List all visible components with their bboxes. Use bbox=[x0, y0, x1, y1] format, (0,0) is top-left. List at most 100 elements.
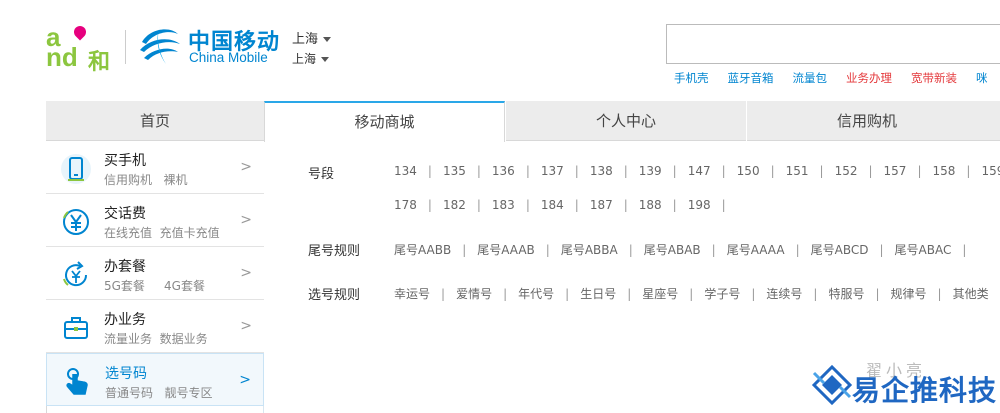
tail-rule-option[interactable]: 尾号ABBA bbox=[561, 241, 618, 258]
sidebar-sub-link[interactable]: 靓号专区 bbox=[164, 386, 212, 400]
sidebar-sub-link[interactable]: 流量业务 bbox=[104, 332, 152, 346]
option-separator: | bbox=[476, 164, 481, 178]
segment-option[interactable]: 183 bbox=[492, 198, 515, 212]
tail-rule-options: 尾号AABB | 尾号AAAB | 尾号ABBA | 尾号ABAB | 尾号AAAA | 尾号ABC… bbox=[394, 241, 977, 258]
tail-rule-option[interactable]: 尾号AAAA bbox=[727, 241, 785, 258]
pick-rule-option[interactable]: 年代号 bbox=[518, 285, 554, 302]
option-separator: | bbox=[962, 243, 967, 257]
pick-rule-option[interactable]: 生日号 bbox=[580, 285, 616, 302]
option-separator: | bbox=[476, 198, 481, 212]
segment-option[interactable]: 187 bbox=[590, 198, 613, 212]
watermark-logo-icon bbox=[811, 364, 853, 406]
tab-home[interactable]: 首页 bbox=[46, 101, 264, 141]
sidebar-item-services[interactable]: 办业务 流量业务 数据业务 > bbox=[46, 300, 264, 353]
sidebar-sub-link[interactable]: 信用购机 bbox=[104, 173, 152, 187]
china-mobile-logo[interactable]: 中国移动 China Mobile bbox=[136, 22, 286, 70]
option-separator: | bbox=[751, 287, 756, 301]
chevron-right-icon: > bbox=[240, 318, 252, 334]
segment-option[interactable]: 152 bbox=[835, 164, 858, 178]
pick-rule-option[interactable]: 特服号 bbox=[828, 285, 864, 302]
pick-rule-option[interactable]: 幸运号 bbox=[394, 285, 430, 302]
quick-link[interactable]: 咪 bbox=[976, 70, 988, 86]
sidebar-sub-link[interactable]: 普通号码 bbox=[105, 386, 153, 400]
pick-rule-option[interactable]: 规律号 bbox=[891, 285, 927, 302]
chevron-right-icon: > bbox=[240, 159, 252, 175]
sidebar-item-subs: 流量业务 数据业务 bbox=[104, 330, 208, 347]
segment-option[interactable]: 188 bbox=[639, 198, 662, 212]
segment-option[interactable]: 139 bbox=[639, 164, 662, 178]
sidebar-item-subs: 5G套餐 4G套餐 bbox=[104, 277, 205, 294]
tail-rule-option[interactable]: 尾号ABAB bbox=[644, 241, 701, 258]
pick-rule-option[interactable]: 爱情号 bbox=[456, 285, 492, 302]
tab-mobile-mall[interactable]: 移动商城 bbox=[264, 101, 505, 142]
tail-rule-option[interactable]: 尾号ABAC bbox=[895, 241, 952, 258]
segment-options-row2: 178 | 182 | 183 | 184 | 187 | 188 | 198 | bbox=[394, 198, 737, 212]
segment-option[interactable]: 182 bbox=[443, 198, 466, 212]
option-separator: | bbox=[441, 287, 446, 301]
segment-label: 号段 bbox=[308, 167, 335, 182]
quick-link[interactable]: 蓝牙音箱 bbox=[728, 70, 774, 86]
segment-option[interactable]: 137 bbox=[541, 164, 564, 178]
pick-rule-option[interactable]: 其他类 bbox=[953, 285, 989, 302]
sidebar-sub-link[interactable]: 在线充值 bbox=[104, 226, 152, 240]
option-separator: | bbox=[795, 243, 800, 257]
quick-link[interactable]: 宽带新装 bbox=[911, 70, 957, 86]
sidebar-item-choose-number[interactable]: 选号码 普通号码 靓号专区 > bbox=[46, 353, 264, 406]
city-selector-secondary[interactable]: 上海 bbox=[292, 50, 330, 67]
sidebar-sub-link[interactable]: 裸机 bbox=[163, 173, 187, 187]
quick-link[interactable]: 手机壳 bbox=[674, 70, 709, 86]
sidebar-sub-link[interactable]: 充值卡充值 bbox=[160, 226, 220, 240]
segment-option[interactable]: 157 bbox=[884, 164, 907, 178]
option-separator: | bbox=[574, 164, 579, 178]
search-input[interactable] bbox=[666, 24, 1000, 64]
option-separator: | bbox=[966, 164, 971, 178]
pick-rule-label: 选号规则 bbox=[308, 288, 361, 303]
quick-link[interactable]: 流量包 bbox=[793, 70, 828, 86]
sidebar-sub-link[interactable]: 4G套餐 bbox=[164, 279, 205, 293]
option-separator: | bbox=[721, 198, 726, 212]
sidebar-item-pay-bill[interactable]: 交话费 在线充值 充值卡充值 > bbox=[46, 194, 264, 247]
sidebar-item-title: 买手机 bbox=[104, 153, 146, 169]
segment-option[interactable]: 158 bbox=[932, 164, 955, 178]
tail-rule-option[interactable]: 尾号ABCD bbox=[811, 241, 869, 258]
segment-option[interactable]: 138 bbox=[590, 164, 613, 178]
pick-rule-option[interactable]: 连续号 bbox=[766, 285, 802, 302]
city-selector[interactable]: 上海 bbox=[292, 28, 332, 47]
tail-rule-option[interactable]: 尾号AAAB bbox=[477, 241, 535, 258]
and-he-logo[interactable]: a nd 和 bbox=[46, 22, 116, 75]
main-nav: 首页 移动商城 个人中心 信用购机 bbox=[46, 101, 1000, 142]
segment-option[interactable]: 159 bbox=[981, 164, 1000, 178]
pick-rule-options: 幸运号|爱情号|年代号|生日号|星座号|学子号|连续号|特服号|规律号|其他类| bbox=[394, 285, 1000, 302]
segment-option[interactable]: 151 bbox=[786, 164, 809, 178]
and-logo-heart bbox=[71, 23, 89, 41]
chevron-down-icon bbox=[321, 57, 330, 62]
chevron-down-icon bbox=[323, 37, 332, 42]
sidebar-sub-link[interactable]: 数据业务 bbox=[160, 332, 208, 346]
segment-option[interactable]: 134 bbox=[394, 164, 417, 178]
tail-rule-option[interactable]: 尾号AABB bbox=[394, 241, 451, 258]
logo-divider bbox=[125, 30, 126, 64]
pick-rule-option[interactable]: 星座号 bbox=[642, 285, 678, 302]
option-separator: | bbox=[628, 243, 633, 257]
option-separator: | bbox=[721, 164, 726, 178]
option-separator: | bbox=[879, 243, 884, 257]
segment-option[interactable]: 136 bbox=[492, 164, 515, 178]
segment-option[interactable]: 147 bbox=[688, 164, 711, 178]
sidebar-item-plans[interactable]: 办套餐 5G套餐 4G套餐 > bbox=[46, 247, 264, 300]
sidebar-item-subs: 在线充值 充值卡充值 bbox=[104, 224, 220, 241]
sidebar-sub-link[interactable]: 5G套餐 bbox=[104, 279, 145, 293]
segment-option[interactable]: 198 bbox=[688, 198, 711, 212]
option-separator: | bbox=[689, 287, 694, 301]
pick-rule-option[interactable]: 学子号 bbox=[704, 285, 740, 302]
tab-personal-center[interactable]: 个人中心 bbox=[505, 101, 746, 141]
brand-name-en: China Mobile bbox=[189, 50, 268, 65]
city-selector-secondary-label: 上海 bbox=[292, 52, 317, 66]
segment-option[interactable]: 178 bbox=[394, 198, 417, 212]
tab-credit-purchase[interactable]: 信用购机 bbox=[746, 101, 987, 141]
segment-option[interactable]: 184 bbox=[541, 198, 564, 212]
option-separator: | bbox=[525, 164, 530, 178]
segment-option[interactable]: 150 bbox=[737, 164, 760, 178]
segment-option[interactable]: 135 bbox=[443, 164, 466, 178]
quick-link[interactable]: 业务办理 bbox=[846, 70, 892, 86]
sidebar-item-buy-phone[interactable]: 买手机 信用购机 裸机 > bbox=[46, 141, 264, 194]
